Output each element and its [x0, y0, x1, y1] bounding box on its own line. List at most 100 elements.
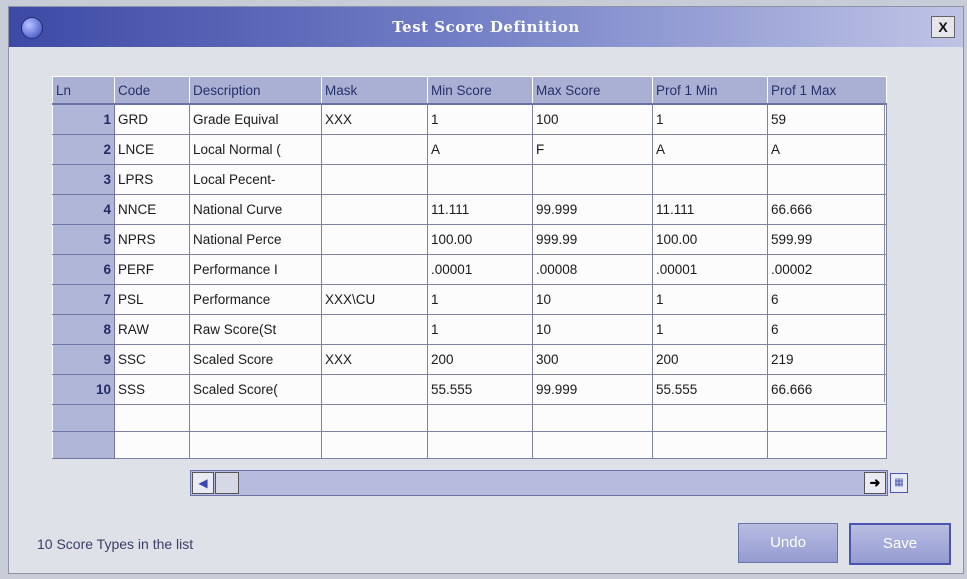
prof1-max-cell[interactable]: 6	[767, 284, 887, 315]
prof1-max-cell[interactable]: 66.666	[767, 374, 887, 405]
description-cell[interactable]: Scaled Score	[189, 344, 322, 375]
code-cell[interactable]: PERF	[114, 254, 190, 285]
row-number-cell[interactable]: 4	[52, 194, 115, 225]
max-score-cell[interactable]: 100	[532, 103, 653, 135]
row-number-cell[interactable]: 7	[52, 284, 115, 315]
description-cell[interactable]: Local Normal (	[189, 134, 322, 165]
min-score-cell[interactable]: 100.00	[427, 224, 533, 255]
table-row[interactable]: 10 SSS Scaled Score(55.555 99.999 55.555 66.6…	[52, 374, 887, 405]
min-score-cell[interactable]: 1	[427, 103, 533, 135]
max-score-cell[interactable]: 99.999	[532, 194, 653, 225]
description-cell[interactable]: National Perce	[189, 224, 322, 255]
code-cell[interactable]: LNCE	[114, 134, 190, 165]
empty-row[interactable]	[52, 431, 887, 459]
code-cell[interactable]: SSS	[114, 374, 190, 405]
row-number-cell[interactable]: 3	[52, 164, 115, 195]
title-bar[interactable]: Test Score Definition X	[9, 7, 963, 47]
code-cell[interactable]: PSL	[114, 284, 190, 315]
empty-cell[interactable]	[427, 431, 533, 459]
description-cell[interactable]: National Curve	[189, 194, 322, 225]
empty-cell[interactable]	[114, 431, 190, 459]
description-cell[interactable]: Raw Score(St	[189, 314, 322, 345]
mask-cell[interactable]: XXX	[321, 103, 428, 135]
mask-cell[interactable]	[321, 224, 428, 255]
row-number-cell[interactable]: 9	[52, 344, 115, 375]
mask-cell[interactable]: XXX\CU	[321, 284, 428, 315]
mask-cell[interactable]	[321, 194, 428, 225]
prof1-max-cell[interactable]	[767, 164, 887, 195]
prof1-min-cell[interactable]: 55.555	[652, 374, 768, 405]
empty-cell[interactable]	[189, 431, 322, 459]
description-cell[interactable]: Grade Equival	[189, 103, 322, 135]
max-score-cell[interactable]: 99.999	[532, 374, 653, 405]
prof1-min-cell[interactable]: 1	[652, 314, 768, 345]
empty-cell[interactable]	[652, 404, 768, 432]
prof1-max-cell[interactable]: 599.99	[767, 224, 887, 255]
column-header[interactable]: Ln	[52, 76, 115, 105]
mask-cell[interactable]	[321, 134, 428, 165]
prof1-min-cell[interactable]: 200	[652, 344, 768, 375]
column-header[interactable]: Mask	[321, 76, 428, 105]
table-row[interactable]: 7 PSL Performance XXX\CU 1 10 1 6	[52, 284, 887, 315]
save-button[interactable]: Save	[849, 523, 951, 565]
code-cell[interactable]: GRD	[114, 103, 190, 135]
mask-cell[interactable]	[321, 254, 428, 285]
description-cell[interactable]: Performance	[189, 284, 322, 315]
max-score-cell[interactable]	[532, 164, 653, 195]
empty-cell[interactable]	[427, 404, 533, 432]
mask-cell[interactable]	[321, 374, 428, 405]
min-score-cell[interactable]: 1	[427, 314, 533, 345]
prof1-min-cell[interactable]: 11.111	[652, 194, 768, 225]
min-score-cell[interactable]: .00001	[427, 254, 533, 285]
scroll-thumb[interactable]	[215, 472, 239, 494]
empty-cell[interactable]	[114, 404, 190, 432]
prof1-max-cell[interactable]: 6	[767, 314, 887, 345]
prof1-max-cell[interactable]: .00002	[767, 254, 887, 285]
prof1-min-cell[interactable]: A	[652, 134, 768, 165]
table-row[interactable]: 5 NPRS National Perce 100.00 999.99 100.00 599…	[52, 224, 887, 255]
table-row[interactable]: 9 SSC Scaled Score XXX 200 300 200 219	[52, 344, 887, 375]
table-row[interactable]: 3 LPRS Local Pecent-	[52, 164, 887, 195]
code-cell[interactable]: RAW	[114, 314, 190, 345]
prof1-min-cell[interactable]: .00001	[652, 254, 768, 285]
table-row[interactable]: 1 GRD Grade Equival XXX 1 100 1 59	[52, 103, 887, 135]
horizontal-scrollbar[interactable]: ◀ ➜	[190, 470, 888, 496]
row-number-cell[interactable]: 2	[52, 134, 115, 165]
min-score-cell[interactable]: 200	[427, 344, 533, 375]
empty-cell[interactable]	[767, 404, 887, 432]
resize-corner-icon[interactable]: ▦	[890, 473, 908, 493]
max-score-cell[interactable]: 300	[532, 344, 653, 375]
max-score-cell[interactable]: 999.99	[532, 224, 653, 255]
column-header[interactable]: Code	[114, 76, 190, 105]
max-score-cell[interactable]: 10	[532, 284, 653, 315]
table-row[interactable]: 2 LNCE Local Normal (A F A A	[52, 134, 887, 165]
empty-cell[interactable]	[532, 431, 653, 459]
min-score-cell[interactable]: 55.555	[427, 374, 533, 405]
mask-cell[interactable]: XXX	[321, 344, 428, 375]
prof1-max-cell[interactable]: A	[767, 134, 887, 165]
row-number-cell[interactable]: 1	[52, 103, 115, 135]
empty-cell[interactable]	[321, 431, 428, 459]
empty-cell[interactable]	[767, 431, 887, 459]
description-cell[interactable]: Performance I	[189, 254, 322, 285]
code-cell[interactable]: SSC	[114, 344, 190, 375]
close-button[interactable]: X	[931, 16, 955, 38]
empty-cell[interactable]	[652, 431, 768, 459]
empty-cell[interactable]	[189, 404, 322, 432]
description-cell[interactable]: Scaled Score(	[189, 374, 322, 405]
max-score-cell[interactable]: .00008	[532, 254, 653, 285]
empty-cell[interactable]	[52, 404, 115, 432]
max-score-cell[interactable]: F	[532, 134, 653, 165]
prof1-max-cell[interactable]: 66.666	[767, 194, 887, 225]
scroll-right-arrow-icon[interactable]: ➜	[864, 472, 886, 494]
mask-cell[interactable]	[321, 314, 428, 345]
code-cell[interactable]: NPRS	[114, 224, 190, 255]
table-row[interactable]: 6 PERF Performance I .00001.00008.00001.000…	[52, 254, 887, 285]
column-header[interactable]: Max Score	[532, 76, 653, 105]
empty-row[interactable]	[52, 404, 887, 432]
min-score-cell[interactable]: 11.111	[427, 194, 533, 225]
min-score-cell[interactable]: 1	[427, 284, 533, 315]
empty-cell[interactable]	[52, 431, 115, 459]
prof1-min-cell[interactable]: 100.00	[652, 224, 768, 255]
column-header[interactable]: Min Score	[427, 76, 533, 105]
